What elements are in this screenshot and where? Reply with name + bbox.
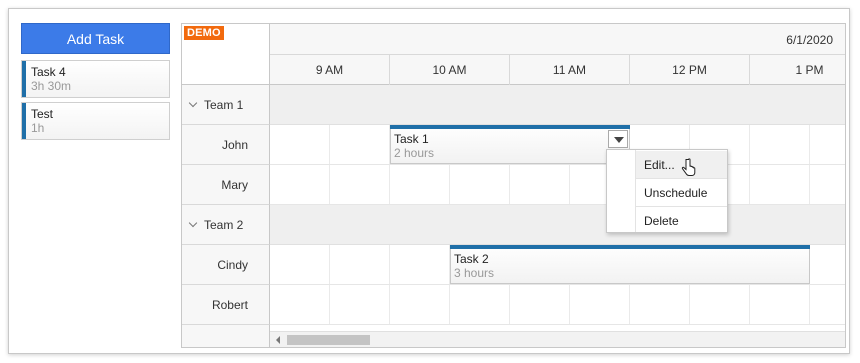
horizontal-scrollbar[interactable] bbox=[270, 331, 845, 347]
row-header-filler bbox=[182, 325, 270, 347]
event-duration: 2 hours bbox=[394, 146, 435, 160]
group-header-team-1[interactable]: Team 1 bbox=[182, 85, 270, 125]
hour-header: 11 AM bbox=[510, 55, 630, 85]
event-name: Task 2 bbox=[454, 252, 489, 266]
grid-line bbox=[689, 285, 690, 324]
event-bar bbox=[390, 125, 630, 129]
hour-header: 12 PM bbox=[630, 55, 750, 85]
group-label: Team 1 bbox=[204, 97, 244, 112]
chevron-down-icon[interactable] bbox=[188, 218, 198, 228]
hour-header: 10 AM bbox=[390, 55, 510, 85]
grid-line bbox=[449, 285, 450, 324]
grid-line bbox=[809, 285, 810, 324]
mouse-pointer-icon bbox=[681, 158, 696, 176]
grid-line bbox=[329, 165, 330, 204]
resource-header: Cindy bbox=[182, 245, 270, 285]
menu-item-delete[interactable]: Delete bbox=[636, 207, 727, 234]
grid-line bbox=[509, 285, 510, 324]
queue-item-name: Task 4 bbox=[31, 65, 66, 79]
event-bar bbox=[450, 245, 810, 249]
resource-header: Robert bbox=[182, 285, 270, 325]
resource-label: Mary bbox=[221, 177, 248, 192]
context-menu: Edit... Unschedule Delete bbox=[606, 149, 728, 233]
group-row bbox=[270, 205, 845, 245]
event-menu-button[interactable] bbox=[608, 130, 628, 148]
grid-line bbox=[749, 285, 750, 324]
hour-header: 1 PM bbox=[750, 55, 845, 85]
grid-line bbox=[749, 165, 750, 204]
grid-line bbox=[449, 165, 450, 204]
resource-header: John bbox=[182, 125, 270, 165]
date-header: 6/1/2020 bbox=[270, 24, 845, 55]
event-duration: 3 hours bbox=[454, 266, 495, 280]
grid-line bbox=[389, 245, 390, 284]
resource-label: John bbox=[221, 137, 248, 152]
resource-row[interactable] bbox=[270, 165, 845, 205]
add-task-button[interactable]: Add Task bbox=[21, 23, 170, 54]
grid-line bbox=[569, 165, 570, 204]
grid-line bbox=[509, 165, 510, 204]
scheduler: DEMO 6/1/2020 9 AM 10 AM 11 AM 12 PM 1 P… bbox=[181, 23, 846, 348]
queue-item[interactable]: Task 4 3h 30m bbox=[21, 60, 170, 98]
grid-line bbox=[809, 165, 810, 204]
menu-item-unschedule[interactable]: Unschedule bbox=[636, 179, 727, 206]
event-name: Task 1 bbox=[394, 132, 429, 146]
queue-item-name: Test bbox=[31, 107, 54, 121]
resource-row[interactable] bbox=[270, 285, 845, 325]
scheduler-corner: DEMO bbox=[182, 24, 270, 85]
demo-badge: DEMO bbox=[184, 26, 224, 40]
grid-line bbox=[329, 285, 330, 324]
hours-header: 9 AM 10 AM 11 AM 12 PM 1 PM bbox=[270, 55, 845, 85]
event-task-2[interactable]: Task 2 3 hours bbox=[450, 245, 810, 284]
grid-line bbox=[629, 285, 630, 324]
grid-line bbox=[749, 125, 750, 164]
chevron-down-icon[interactable] bbox=[188, 98, 198, 108]
resource-label: Robert bbox=[211, 297, 248, 312]
queue-item[interactable]: Test 1h bbox=[21, 102, 170, 140]
event-task-1[interactable]: Task 1 2 hours bbox=[390, 125, 630, 164]
group-row bbox=[270, 85, 845, 125]
grid-line bbox=[809, 125, 810, 164]
grid-line bbox=[389, 285, 390, 324]
scroll-left-icon[interactable] bbox=[276, 336, 280, 344]
grid-line bbox=[329, 125, 330, 164]
grid-line bbox=[389, 165, 390, 204]
group-header-team-2[interactable]: Team 2 bbox=[182, 205, 270, 245]
group-label: Team 2 bbox=[204, 217, 244, 232]
resource-header: Mary bbox=[182, 165, 270, 205]
resource-label: Cindy bbox=[217, 257, 248, 272]
grid-line bbox=[569, 285, 570, 324]
queue-item-duration: 1h bbox=[31, 121, 45, 135]
scrollbar-thumb[interactable] bbox=[287, 335, 370, 345]
hour-header: 9 AM bbox=[270, 55, 390, 85]
grid-line bbox=[329, 245, 330, 284]
date-label: 6/1/2020 bbox=[786, 33, 833, 47]
queue-item-duration: 3h 30m bbox=[31, 79, 72, 93]
